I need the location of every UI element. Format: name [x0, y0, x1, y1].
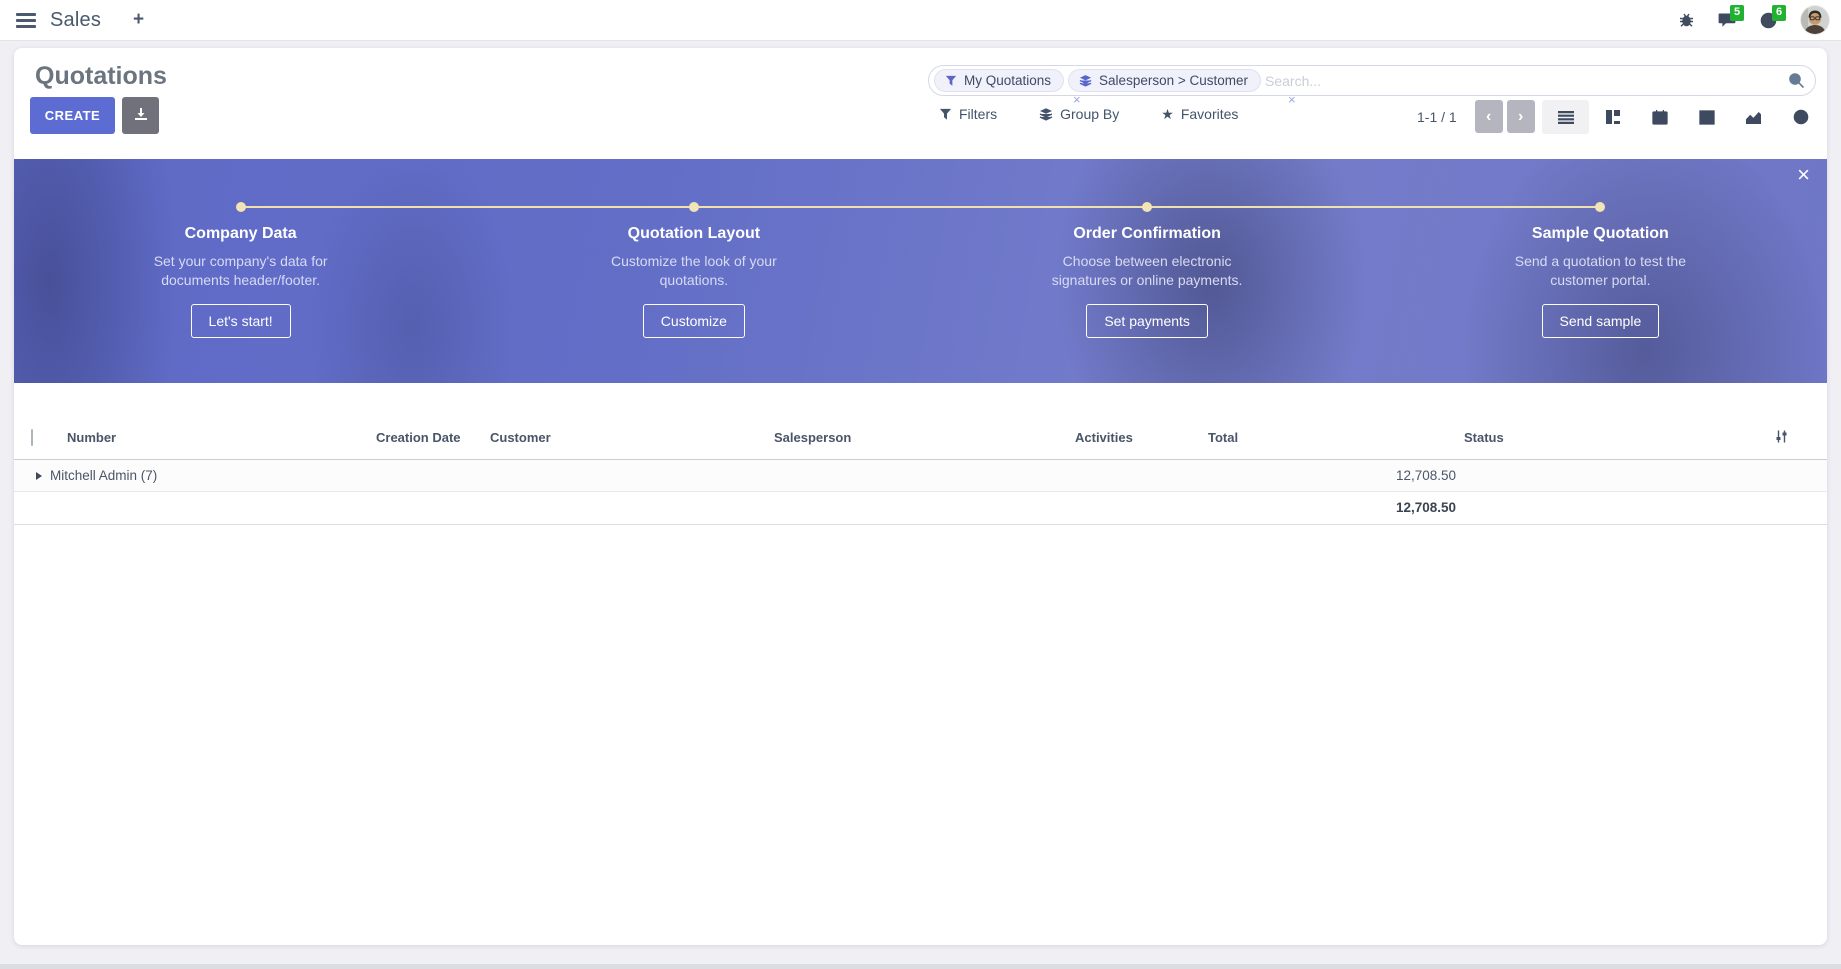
- timeline-dot: [1142, 202, 1152, 212]
- onboarding-step-quotation-layout: Quotation Layout Customize the look of y…: [467, 225, 920, 338]
- filters-label: Filters: [959, 106, 997, 122]
- send-sample-button[interactable]: Send sample: [1542, 304, 1660, 338]
- group-by-label: Group By: [1060, 106, 1119, 122]
- onboarding-step-sample-quotation: Sample Quotation Send a quotation to tes…: [1374, 225, 1827, 338]
- pager: 1-1 / 1 ‹ ›: [1417, 100, 1535, 133]
- facet-remove-icon[interactable]: ×: [1288, 92, 1296, 107]
- messages-badge: 5: [1730, 5, 1744, 21]
- step-title: Sample Quotation: [1532, 225, 1669, 243]
- filter-icon: [939, 108, 952, 121]
- onboarding-steps: Company Data Set your company's data for…: [14, 225, 1827, 338]
- select-all-cell: [14, 417, 63, 459]
- group-total: 12,708.50: [1204, 459, 1460, 491]
- column-header-number[interactable]: Number: [63, 417, 372, 459]
- plus-icon[interactable]: +: [133, 9, 144, 31]
- group-label: Mitchell Admin (7): [50, 468, 157, 483]
- column-header-salesperson[interactable]: Salesperson: [770, 417, 1071, 459]
- caret-right-icon: [36, 472, 42, 480]
- navbar-left: Sales +: [16, 9, 144, 32]
- search-icon[interactable]: [1788, 72, 1805, 89]
- close-icon[interactable]: ×: [1797, 164, 1810, 186]
- layers-icon: [1079, 74, 1092, 87]
- pager-value: 1-1 / 1: [1417, 109, 1457, 125]
- onboarding-timeline: [241, 206, 1601, 208]
- column-header-status[interactable]: Status: [1460, 417, 1770, 459]
- timeline-dot: [236, 202, 246, 212]
- view-switcher: [1542, 100, 1824, 134]
- column-header-activities[interactable]: Activities: [1071, 417, 1204, 459]
- content-card: Quotations My Quotations Salespe: [14, 48, 1827, 945]
- footer-total: 12,708.50: [1204, 491, 1460, 524]
- apps-menu-icon[interactable]: [16, 13, 36, 28]
- search-facet-my-quotations[interactable]: My Quotations: [934, 69, 1064, 92]
- calendar-view-icon[interactable]: [1636, 100, 1683, 134]
- timeline-dot: [1595, 202, 1605, 212]
- onboarding-banner: × Company Data Set your company's data f…: [14, 159, 1827, 383]
- onboarding-step-company-data: Company Data Set your company's data for…: [14, 225, 467, 338]
- filter-icon: [945, 75, 957, 87]
- quotations-list: Number Creation Date Customer Salesperso…: [14, 417, 1827, 525]
- favorites-menu[interactable]: ★ Favorites: [1161, 106, 1238, 122]
- search-facet-groupby[interactable]: Salesperson > Customer: [1068, 69, 1261, 92]
- step-description: Set your company's data for documents he…: [133, 252, 348, 290]
- create-button[interactable]: CREATE: [30, 97, 115, 134]
- search-bar: My Quotations Salesperson > Customer: [928, 65, 1816, 96]
- navbar-right: 5 6: [1679, 6, 1829, 34]
- activities-button[interactable]: 6: [1760, 12, 1777, 29]
- app-name-menu[interactable]: Sales: [50, 9, 101, 32]
- column-header-customer[interactable]: Customer: [486, 417, 770, 459]
- bug-icon[interactable]: [1679, 12, 1694, 28]
- column-header-total[interactable]: Total: [1204, 417, 1460, 459]
- graph-view-icon[interactable]: [1730, 100, 1777, 134]
- activities-badge: 6: [1772, 5, 1786, 21]
- optional-columns-cell: [1770, 417, 1827, 459]
- pager-previous-button[interactable]: ‹: [1475, 100, 1503, 133]
- sliders-icon[interactable]: [1774, 432, 1789, 447]
- kanban-view-icon[interactable]: [1589, 100, 1636, 134]
- user-avatar[interactable]: [1801, 6, 1829, 34]
- list-header-row: Number Creation Date Customer Salesperso…: [14, 417, 1827, 459]
- customize-button[interactable]: Customize: [643, 304, 745, 338]
- step-title: Quotation Layout: [628, 225, 760, 243]
- step-description: Send a quotation to test the customer po…: [1493, 252, 1708, 290]
- group-by-menu[interactable]: Group By: [1039, 106, 1119, 122]
- page-title: Quotations: [35, 62, 167, 91]
- step-title: Company Data: [185, 225, 297, 243]
- list-view-icon[interactable]: [1542, 100, 1589, 134]
- lets-start-button[interactable]: Let's start!: [191, 304, 291, 338]
- step-description: Choose between electronic signatures or …: [1040, 252, 1255, 290]
- top-navbar: Sales + 5 6: [0, 0, 1841, 41]
- filters-menu[interactable]: Filters: [939, 106, 997, 122]
- select-all-checkbox[interactable]: [31, 429, 33, 446]
- download-icon: [134, 107, 148, 124]
- search-menus: Filters Group By ★ Favorites: [939, 106, 1238, 122]
- star-icon: ★: [1161, 107, 1174, 121]
- activity-view-icon[interactable]: [1777, 100, 1824, 134]
- onboarding-step-order-confirmation: Order Confirmation Choose between electr…: [921, 225, 1374, 338]
- step-title: Order Confirmation: [1073, 225, 1221, 243]
- export-button[interactable]: [122, 97, 159, 134]
- facet-label: Salesperson > Customer: [1099, 73, 1248, 88]
- facet-label: My Quotations: [964, 73, 1051, 88]
- set-payments-button[interactable]: Set payments: [1086, 304, 1208, 338]
- messages-button[interactable]: 5: [1718, 12, 1736, 28]
- pager-next-button[interactable]: ›: [1507, 100, 1535, 133]
- window-bottom-edge: [0, 964, 1841, 969]
- layers-icon: [1039, 107, 1053, 121]
- odoo-sales-screen: Sales + 5 6: [0, 0, 1841, 969]
- search-input[interactable]: [1265, 73, 1788, 89]
- pivot-view-icon[interactable]: [1683, 100, 1730, 134]
- facet-remove-icon[interactable]: ×: [1073, 92, 1081, 107]
- favorites-label: Favorites: [1181, 106, 1239, 122]
- timeline-dot: [689, 202, 699, 212]
- column-header-creation-date[interactable]: Creation Date: [372, 417, 486, 459]
- step-description: Customize the look of your quotations.: [586, 252, 801, 290]
- list-footer-row: 12,708.50: [14, 491, 1827, 524]
- group-row-mitchell-admin[interactable]: Mitchell Admin (7) 12,708.50: [14, 459, 1827, 491]
